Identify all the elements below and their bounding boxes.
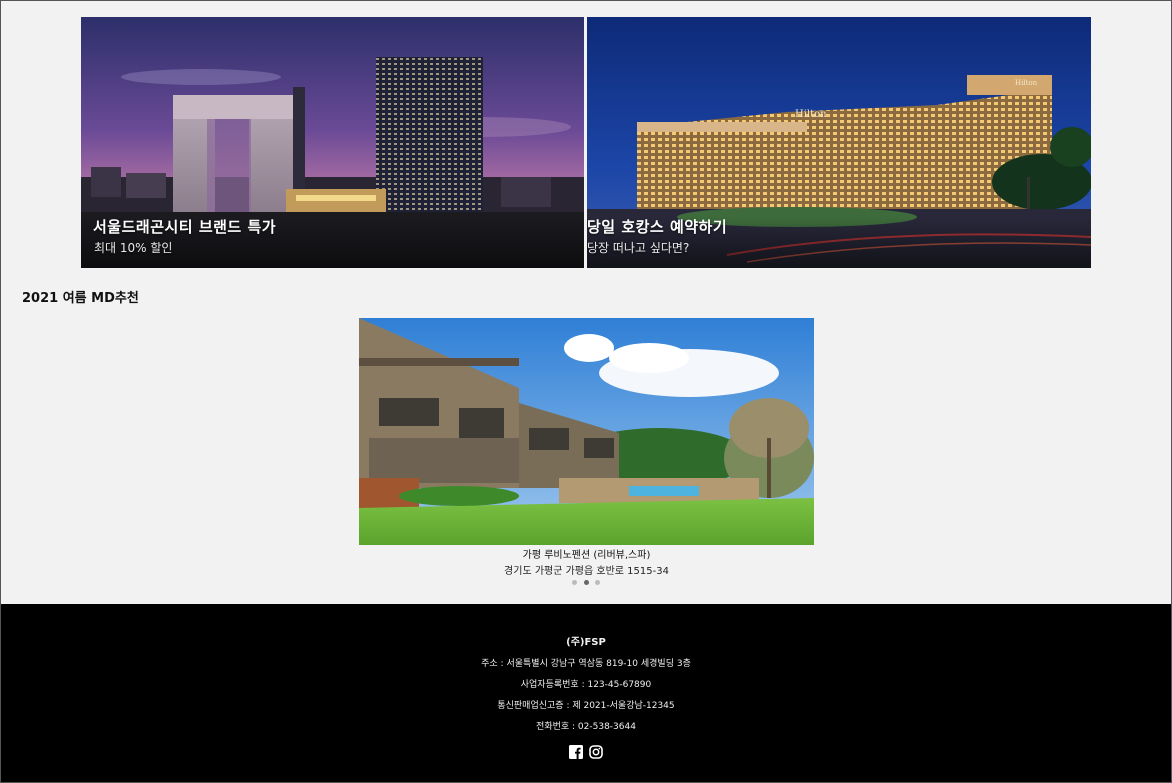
section-title: 2021 여름 MD추천 [22,291,139,306]
instagram-icon[interactable] [589,744,603,759]
banner-subtitle: 당장 떠나고 싶다면? [587,241,690,255]
slide-name: 가평 루비노펜션 (리버뷰,스파) [522,550,651,561]
social-links [569,744,609,760]
footer: (주)FSP 주소 : 서울특별시 강남구 역삼동 819-10 세경빌딩 3층… [1,604,1171,782]
banner-hilton[interactable]: Hilton Hilton 당일 호캉스 예약하기 당장 떠나고 싶다면? [587,17,1091,268]
footer-phone: 전화번호 : 02-538-3644 [536,722,636,732]
facebook-icon[interactable] [569,744,583,759]
carousel-dot-1[interactable] [572,580,577,585]
banner-title: 당일 호캉스 예약하기 [587,218,728,236]
carousel-dots [570,580,604,588]
svg-text:Hilton: Hilton [795,109,827,120]
banner-dragon-city[interactable]: 서울드래곤시티 브랜드 특가 최대 10% 할인 [81,17,584,268]
carousel-dot-2[interactable] [584,580,589,585]
carousel-slide[interactable] [359,318,814,545]
footer-address: 주소 : 서울특별시 강남구 역삼동 819-10 세경빌딩 3층 [481,659,691,669]
svg-text:Hilton: Hilton [1015,79,1038,87]
footer-mail-order: 통신판매업신고증 : 제 2021-서울강남-12345 [497,701,675,711]
footer-company: (주)FSP [566,637,606,648]
pension-image [359,318,814,545]
slide-address: 경기도 가평군 가평읍 호반로 1515-34 [504,566,669,577]
banner-subtitle: 최대 10% 할인 [94,241,173,255]
carousel-dot-3[interactable] [595,580,600,585]
footer-business-no: 사업자등록번호 : 123-45-67890 [520,680,652,690]
banner-title: 서울드래곤시티 브랜드 특가 [93,218,277,236]
